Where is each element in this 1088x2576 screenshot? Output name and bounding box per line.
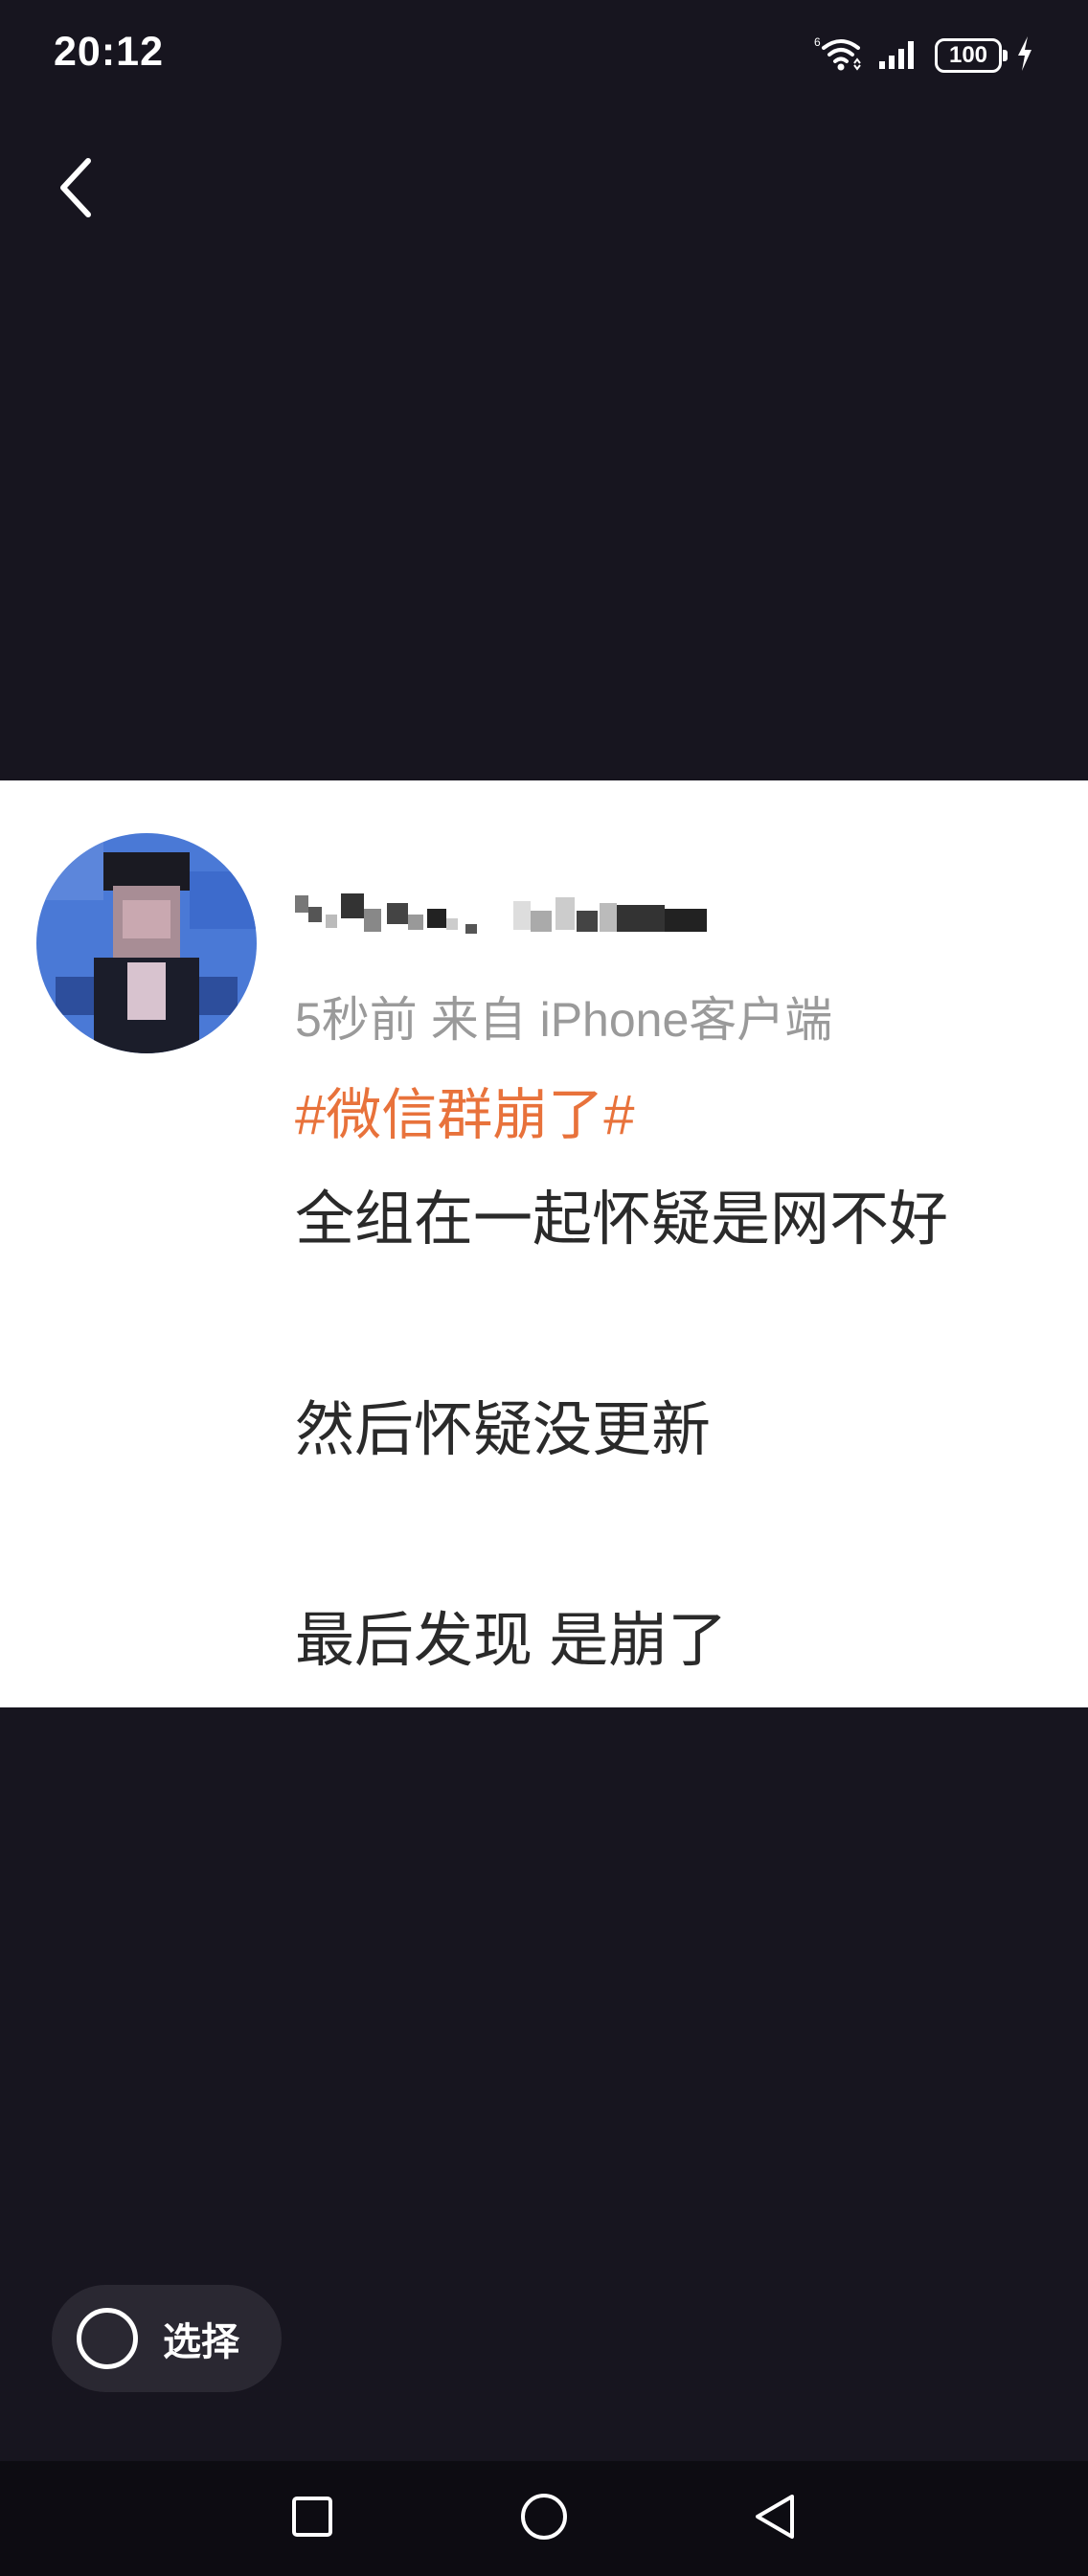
back-triangle-icon xyxy=(750,2491,802,2546)
recents-icon xyxy=(288,2493,336,2544)
post-hashtag: #微信群崩了# xyxy=(295,1084,635,1146)
wifi-icon: 6 xyxy=(814,34,864,77)
battery-icon: 100 xyxy=(935,38,1008,73)
post-screenshot-image: 5秒前 来自 iPhone客户端 #微信群崩了# 全组在一起怀疑是网不好 然后怀… xyxy=(0,780,1088,1707)
back-button[interactable] xyxy=(54,144,130,236)
avatar xyxy=(36,833,257,1053)
post-line-3: 最后发现 是崩了 xyxy=(295,1608,728,1674)
recents-button[interactable] xyxy=(283,2490,341,2547)
select-button[interactable]: 选择 xyxy=(52,2285,282,2392)
select-radio-icon xyxy=(77,2308,138,2369)
post-meta: 5秒前 来自 iPhone客户端 xyxy=(295,993,833,1047)
home-icon xyxy=(518,2491,570,2546)
nav-back-button[interactable] xyxy=(747,2490,805,2547)
post-line-1: 全组在一起怀疑是网不好 xyxy=(295,1186,949,1253)
svg-text:6: 6 xyxy=(814,35,821,49)
status-time: 20:12 xyxy=(54,29,164,75)
post-line-2: 然后怀疑没更新 xyxy=(295,1397,712,1463)
username-redacted xyxy=(295,886,707,939)
select-label: 选择 xyxy=(163,2321,239,2363)
status-bar: 20:12 6 100 xyxy=(0,0,1088,115)
status-icons: 6 100 xyxy=(814,33,1034,79)
navigation-bar xyxy=(0,2461,1088,2576)
home-button[interactable] xyxy=(515,2490,573,2547)
signal-icon xyxy=(877,36,921,75)
chevron-left-icon xyxy=(54,155,96,224)
charging-icon xyxy=(1015,34,1034,77)
